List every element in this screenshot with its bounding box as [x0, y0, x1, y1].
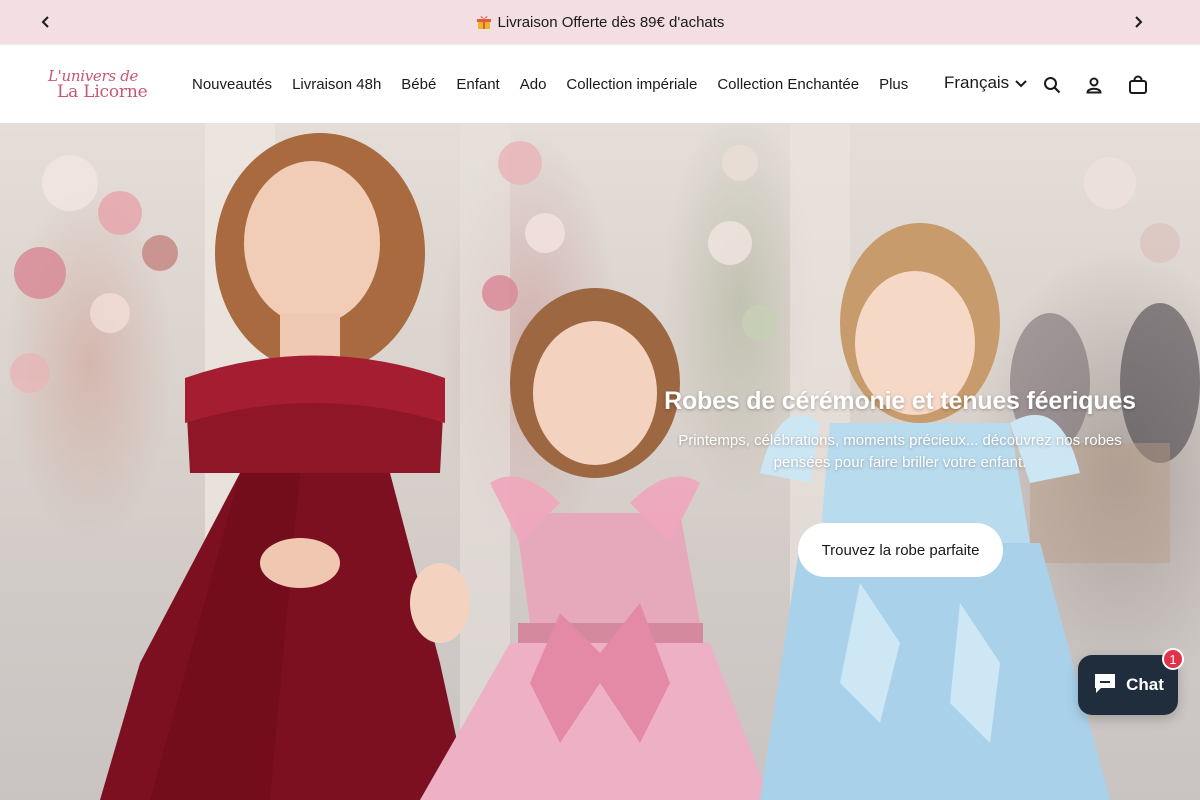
hero-banner: Robes de cérémonie et tenues féeriques P…: [0, 123, 1200, 800]
chevron-left-icon[interactable]: [36, 12, 56, 32]
language-label: Français: [944, 73, 1010, 92]
announcement-message[interactable]: Livraison Offerte dès 89€ d'achats: [476, 13, 725, 31]
chat-notification-badge: 1: [1162, 648, 1184, 670]
nav-item-livraison-48h[interactable]: Livraison 48h: [292, 76, 381, 93]
cart-icon[interactable]: [1127, 74, 1149, 96]
nav-item-enfant[interactable]: Enfant: [456, 76, 499, 93]
chevron-down-icon: [1015, 73, 1027, 93]
nav-item-collection-imperiale[interactable]: Collection impériale: [566, 76, 697, 93]
main-nav: Nouveautés Livraison 48h Bébé Enfant Ado…: [192, 45, 908, 124]
nav-item-ado[interactable]: Ado: [520, 76, 547, 93]
site-logo[interactable]: L'univers de La Licorne: [48, 65, 154, 105]
hero-title: Robes de cérémonie et tenues féeriques: [664, 387, 1136, 415]
find-dress-button[interactable]: Trouvez la robe parfaite: [798, 523, 1003, 577]
logo-line-2: La Licorne: [57, 82, 148, 102]
announcement-text: Livraison Offerte dès 89€ d'achats: [497, 13, 725, 31]
site-header: L'univers de La Licorne Nouveautés Livra…: [0, 44, 1200, 123]
chat-bubble-icon: [1092, 671, 1118, 700]
account-icon[interactable]: [1083, 74, 1105, 96]
language-selector[interactable]: Français: [944, 73, 1027, 93]
hero-subtitle: Printemps, célébrations, moments précieu…: [650, 430, 1150, 474]
search-icon[interactable]: [1041, 74, 1063, 96]
hero-subtitle-line-1: Printemps, célébrations, moments précieu…: [678, 432, 1122, 449]
nav-item-nouveautes[interactable]: Nouveautés: [192, 76, 272, 93]
hero-subtitle-line-2: pensées pour faire briller votre enfant.: [773, 454, 1027, 471]
announcement-bar: Livraison Offerte dès 89€ d'achats: [0, 0, 1200, 44]
chevron-right-icon[interactable]: [1128, 12, 1148, 32]
chat-label: Chat: [1126, 675, 1164, 694]
nav-item-bebe[interactable]: Bébé: [401, 76, 436, 93]
nav-item-plus[interactable]: Plus: [879, 76, 908, 93]
nav-item-collection-enchantee[interactable]: Collection Enchantée: [717, 76, 859, 93]
gift-icon: [476, 14, 492, 30]
hero-text: Robes de cérémonie et tenues féeriques P…: [650, 387, 1150, 474]
